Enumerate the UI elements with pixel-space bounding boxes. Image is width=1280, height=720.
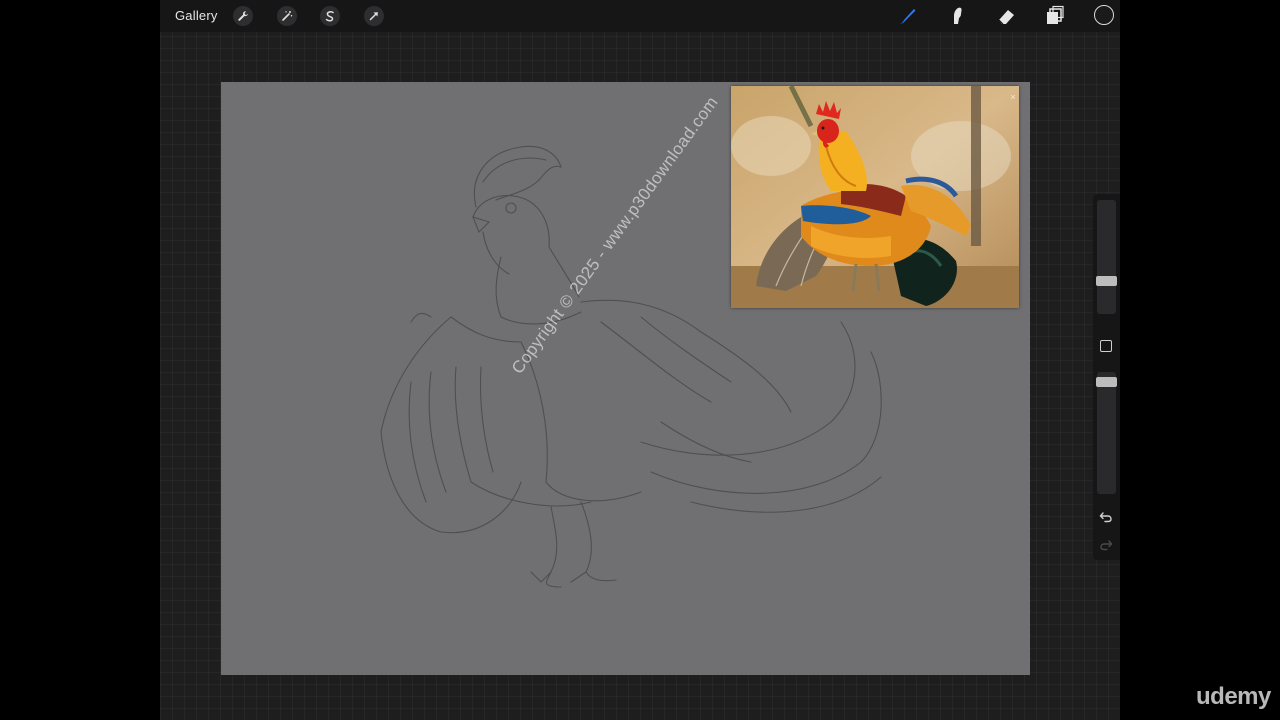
procreate-app: Gallery Copyright © 2025 - www.p30downlo… — [160, 0, 1120, 720]
close-reference-icon[interactable]: × — [1008, 92, 1018, 102]
wrench-icon[interactable] — [233, 6, 253, 26]
smudge-icon[interactable] — [945, 4, 969, 28]
reference-image-window[interactable]: × — [731, 86, 1019, 308]
eraser-icon[interactable] — [995, 4, 1019, 28]
transform-arrow-icon[interactable] — [364, 6, 384, 26]
gallery-button[interactable]: Gallery — [175, 8, 218, 23]
opacity-thumb[interactable] — [1096, 377, 1117, 387]
brush-size-thumb[interactable] — [1096, 276, 1117, 286]
brush-icon[interactable] — [896, 4, 920, 28]
rooster-reference-photo — [731, 86, 1019, 308]
color-picker-button[interactable] — [1094, 5, 1114, 25]
top-toolbar: Gallery — [160, 0, 1120, 32]
udemy-logo: udemy — [1196, 683, 1271, 710]
selection-icon[interactable] — [320, 6, 340, 26]
brush-size-slider[interactable] — [1097, 200, 1116, 314]
undo-icon[interactable] — [1098, 508, 1114, 524]
modify-button[interactable] — [1100, 340, 1112, 352]
side-slider-panel — [1093, 194, 1120, 560]
layers-icon[interactable] — [1043, 4, 1067, 28]
magic-wand-icon[interactable] — [277, 6, 297, 26]
opacity-slider[interactable] — [1097, 372, 1116, 494]
redo-icon[interactable] — [1098, 536, 1114, 552]
